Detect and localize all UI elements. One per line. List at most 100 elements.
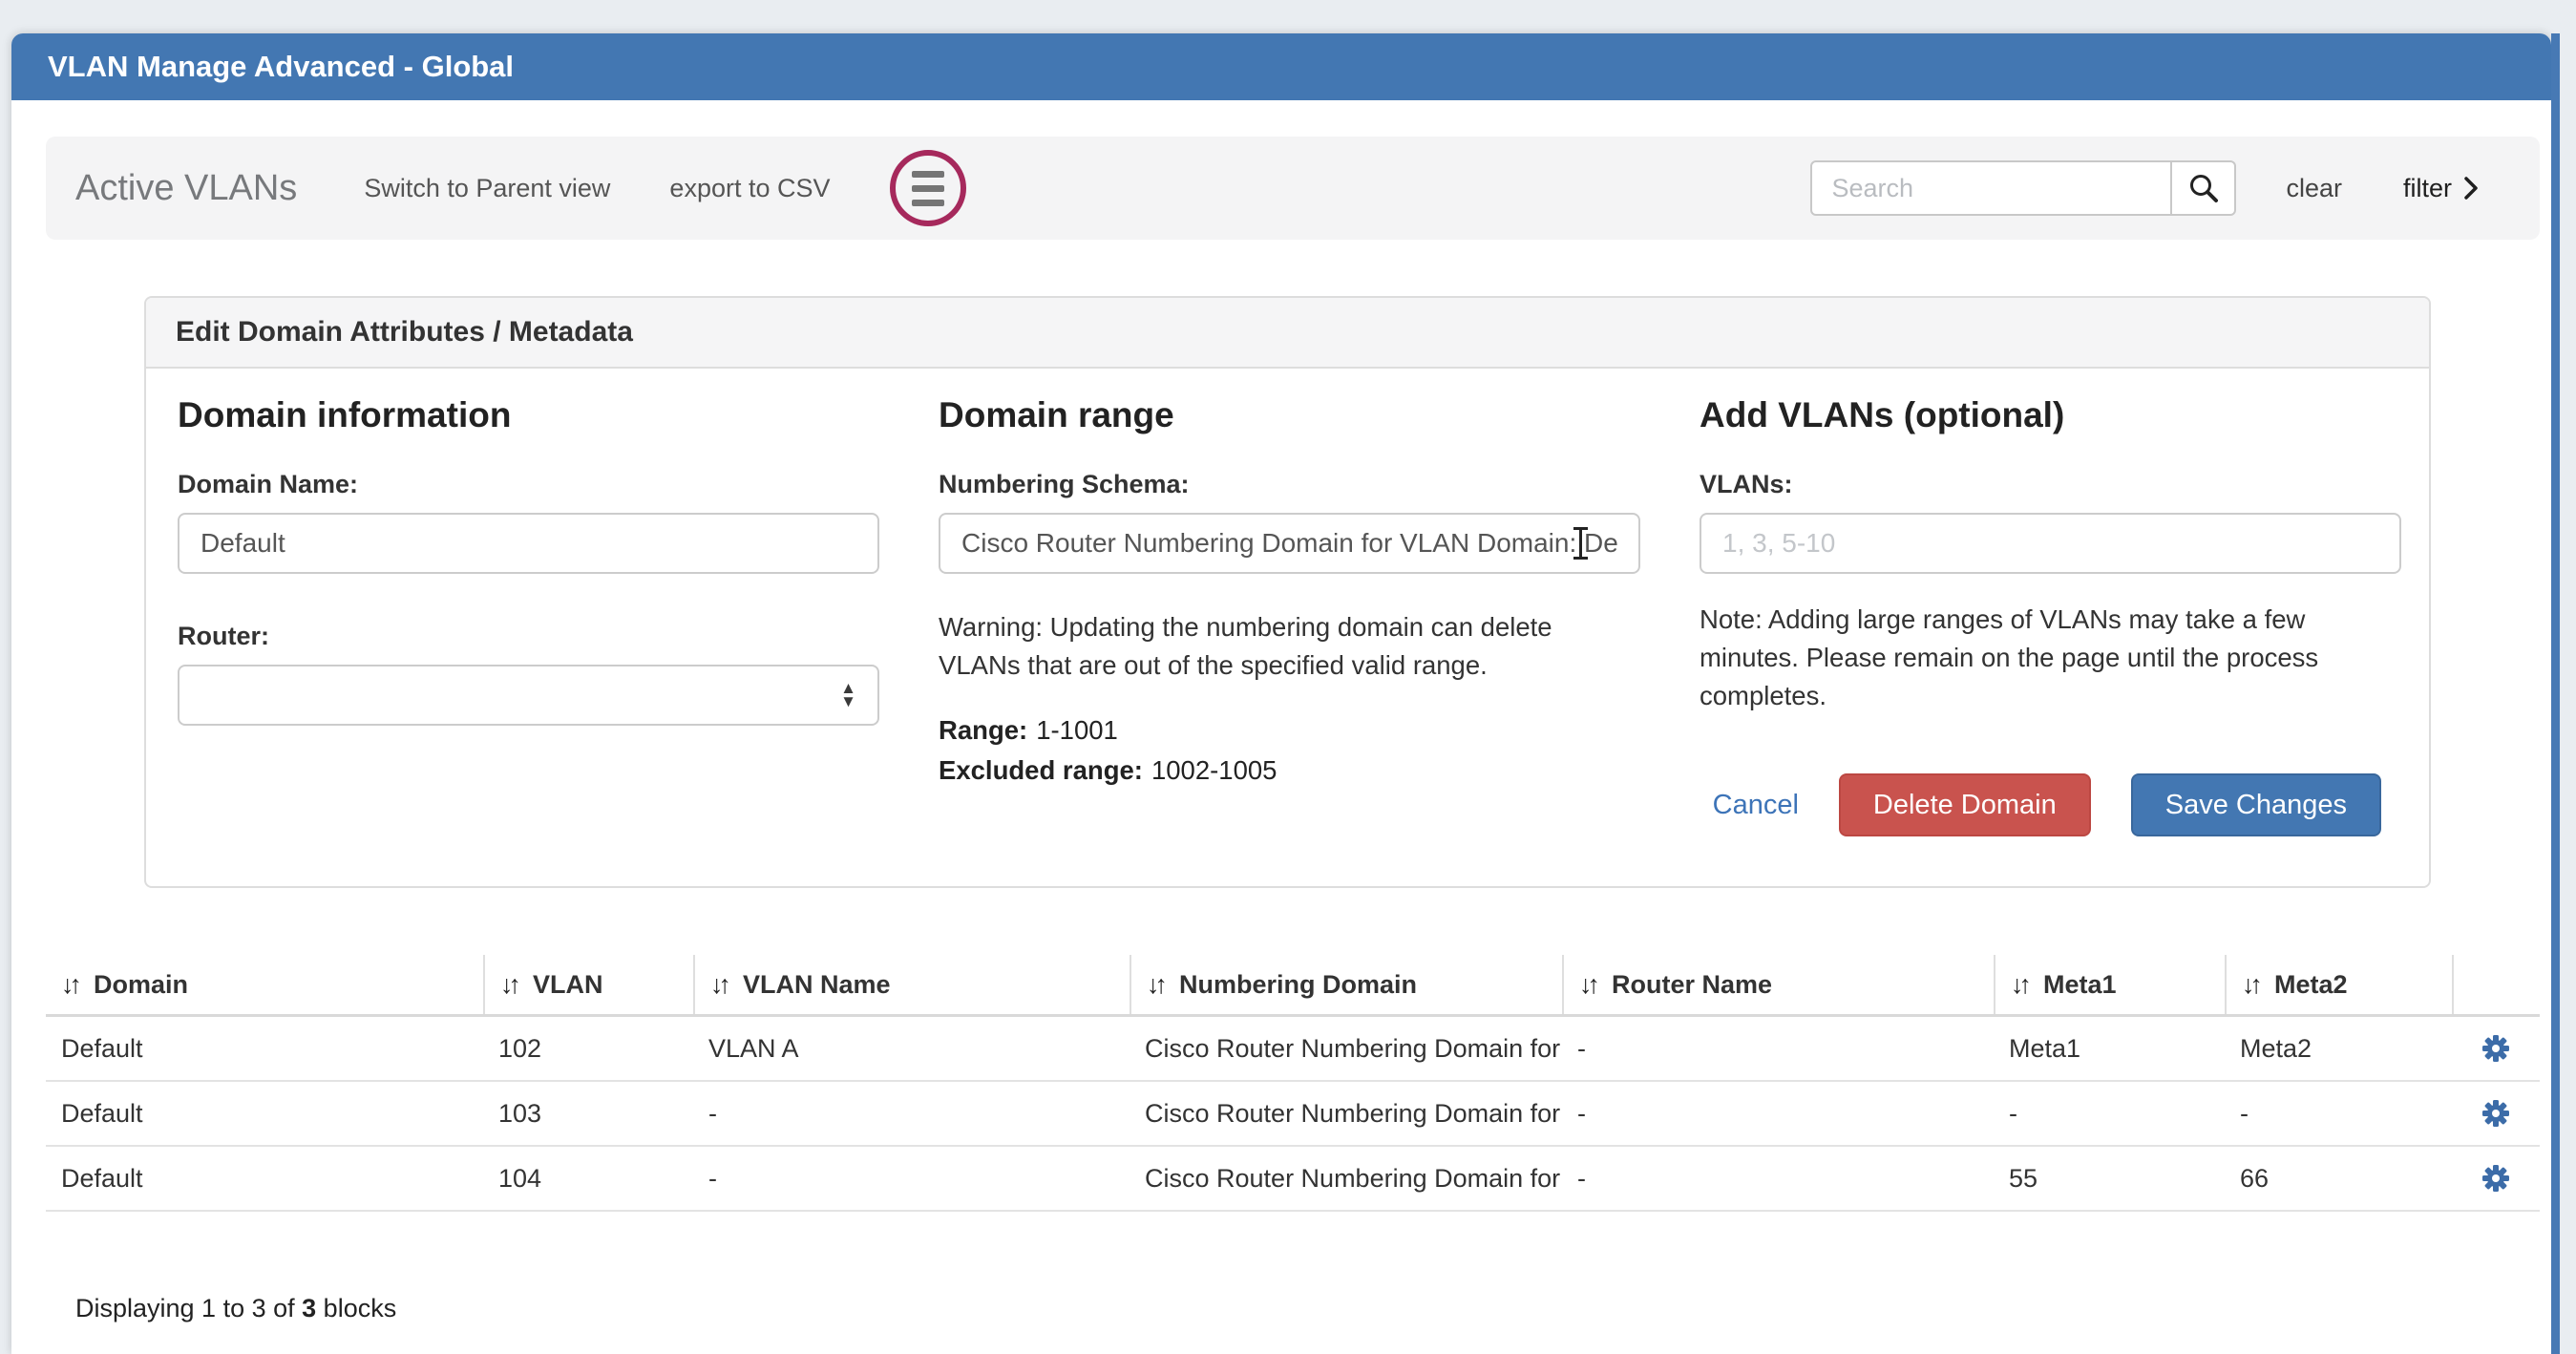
scrollbar[interactable] xyxy=(2551,33,2560,1354)
sort-icon: ↓↑ xyxy=(1579,970,1600,1000)
vlans-label: VLANs: xyxy=(1700,470,2401,499)
panel-title: Edit Domain Attributes / Metadata xyxy=(176,316,633,349)
cell-vlan-name: - xyxy=(693,1082,1130,1145)
domain-name-input[interactable] xyxy=(178,513,879,574)
row-settings-button[interactable] xyxy=(2481,1163,2511,1194)
vlans-input[interactable] xyxy=(1700,513,2401,574)
cell-router-name: - xyxy=(1562,1147,1994,1210)
excluded-range-value: 1002-1005 xyxy=(1151,755,1277,785)
sort-icon: ↓↑ xyxy=(710,970,731,1000)
cell-numbering-domain: Cisco Router Numbering Domain for … xyxy=(1130,1082,1562,1145)
gear-icon xyxy=(2481,1163,2511,1194)
search-button[interactable] xyxy=(2171,160,2236,216)
domain-information-section: Domain information Domain Name: Router: … xyxy=(178,393,879,886)
vlans-table: ↓↑ Domain ↓↑ VLAN ↓↑ VLAN Name ↓↑Numbering … xyxy=(46,955,2540,1212)
edit-domain-panel: Edit Domain Attributes / Metadata Domain… xyxy=(144,296,2431,888)
panel-body: Domain information Domain Name: Router: … xyxy=(146,369,2429,886)
table-row: Default 104 - Cisco Router Numbering Dom… xyxy=(46,1147,2540,1212)
column-header-label: VLAN Name xyxy=(743,970,891,1000)
footer-total-count: 3 xyxy=(302,1294,316,1322)
column-header-router-name[interactable]: ↓↑ Router Name xyxy=(1562,955,1994,1014)
filter-link[interactable]: filter xyxy=(2403,174,2479,203)
column-header-meta1[interactable]: ↓↑ Meta1 xyxy=(1994,955,2225,1014)
sort-icon: ↓↑ xyxy=(1147,970,1168,1000)
gear-icon xyxy=(2481,1033,2511,1064)
gear-icon xyxy=(2481,1098,2511,1129)
toolbar: Active VLANs Switch to Parent view expor… xyxy=(46,137,2540,240)
filter-label: filter xyxy=(2403,174,2452,203)
select-stepper-icon: ▲ ▼ xyxy=(840,682,856,709)
cell-router-name: - xyxy=(1562,1017,1994,1080)
column-header-label: VLAN xyxy=(533,970,603,1000)
domain-range-section: Domain range Numbering Schema: Warning: … xyxy=(939,393,1640,886)
hamburger-icon xyxy=(912,200,944,206)
range-value: 1-1001 xyxy=(1036,715,1118,745)
cell-vlan: 103 xyxy=(483,1082,693,1145)
panel-actions: Cancel Delete Domain Save Changes xyxy=(1713,773,2381,836)
range-label: Range: xyxy=(939,715,1027,745)
numbering-warning-text: Warning: Updating the numbering domain c… xyxy=(939,608,1637,685)
vlan-manage-window: VLAN Manage Advanced - Global Active VLA… xyxy=(11,33,2551,1354)
router-label: Router: xyxy=(178,622,879,651)
cell-meta1: - xyxy=(1994,1082,2225,1145)
table-header-row: ↓↑ Domain ↓↑ VLAN ↓↑ VLAN Name ↓↑Numbering … xyxy=(46,955,2540,1017)
row-settings-button[interactable] xyxy=(2481,1033,2511,1064)
column-header-domain[interactable]: ↓↑ Domain xyxy=(46,955,483,1014)
window-titlebar: VLAN Manage Advanced - Global xyxy=(11,33,2551,100)
menu-button[interactable] xyxy=(890,150,966,226)
cell-numbering-domain: Cisco Router Numbering Domain for … xyxy=(1130,1147,1562,1210)
router-select[interactable]: ▲ ▼ xyxy=(178,665,879,726)
sort-icon: ↓↑ xyxy=(2011,970,2032,1000)
cell-domain: Default xyxy=(46,1082,483,1145)
save-changes-button[interactable]: Save Changes xyxy=(2131,773,2381,836)
table-footer: Displaying 1 to 3 of 3 blocks xyxy=(75,1294,396,1323)
chevron-right-icon xyxy=(2463,176,2479,201)
excluded-range-label: Excluded range: xyxy=(939,755,1143,785)
cell-domain: Default xyxy=(46,1017,483,1080)
cell-meta2: 66 xyxy=(2225,1147,2452,1210)
switch-parent-view-link[interactable]: Switch to Parent view xyxy=(364,174,610,203)
window-title: VLAN Manage Advanced - Global xyxy=(48,50,514,84)
add-vlans-heading: Add VLANs (optional) xyxy=(1700,395,2401,435)
cell-meta1: 55 xyxy=(1994,1147,2225,1210)
search-icon xyxy=(2187,172,2220,204)
range-line: Range: 1-1001 xyxy=(939,715,1640,746)
column-header-numbering-domain[interactable]: ↓↑Numbering Domain xyxy=(1130,955,1562,1014)
numbering-schema-label: Numbering Schema: xyxy=(939,470,1640,499)
cell-meta2: Meta2 xyxy=(2225,1017,2452,1080)
domain-name-label: Domain Name: xyxy=(178,470,879,499)
cell-vlan: 102 xyxy=(483,1017,693,1080)
cell-vlan-name: VLAN A xyxy=(693,1017,1130,1080)
search-group xyxy=(1810,160,2236,216)
domain-information-heading: Domain information xyxy=(178,395,879,435)
excluded-range-line: Excluded range: 1002-1005 xyxy=(939,755,1640,786)
cell-vlan: 104 xyxy=(483,1147,693,1210)
column-header-vlan[interactable]: ↓↑ VLAN xyxy=(483,955,693,1014)
cell-numbering-domain: Cisco Router Numbering Domain for … xyxy=(1130,1017,1562,1080)
column-header-actions xyxy=(2452,955,2540,1014)
numbering-schema-field-wrap xyxy=(939,513,1640,574)
text-cursor-icon xyxy=(1572,527,1589,560)
column-header-meta2[interactable]: ↓↑ Meta2 xyxy=(2225,955,2452,1014)
sort-icon: ↓↑ xyxy=(2242,970,2263,1000)
column-header-label: Domain xyxy=(94,970,188,1000)
row-settings-button[interactable] xyxy=(2481,1098,2511,1129)
cancel-link[interactable]: Cancel xyxy=(1713,790,1799,821)
page-title: Active VLANs xyxy=(75,168,297,209)
stepper-down-arrow: ▼ xyxy=(840,695,856,709)
numbering-schema-input[interactable] xyxy=(939,513,1640,574)
clear-link[interactable]: clear xyxy=(2286,174,2342,203)
sort-icon: ↓↑ xyxy=(500,970,521,1000)
table-row: Default 103 - Cisco Router Numbering Dom… xyxy=(46,1082,2540,1147)
column-header-vlan-name[interactable]: ↓↑ VLAN Name xyxy=(693,955,1130,1014)
column-header-label: Router Name xyxy=(1612,970,1772,1000)
sort-icon: ↓↑ xyxy=(61,970,82,1000)
column-header-label: Meta1 xyxy=(2043,970,2117,1000)
panel-header: Edit Domain Attributes / Metadata xyxy=(146,298,2429,369)
column-header-label: Meta2 xyxy=(2274,970,2348,1000)
footer-suffix: blocks xyxy=(316,1294,396,1322)
cell-meta1: Meta1 xyxy=(1994,1017,2225,1080)
search-input[interactable] xyxy=(1810,160,2171,216)
export-csv-link[interactable]: export to CSV xyxy=(669,174,830,203)
delete-domain-button[interactable]: Delete Domain xyxy=(1839,773,2091,836)
